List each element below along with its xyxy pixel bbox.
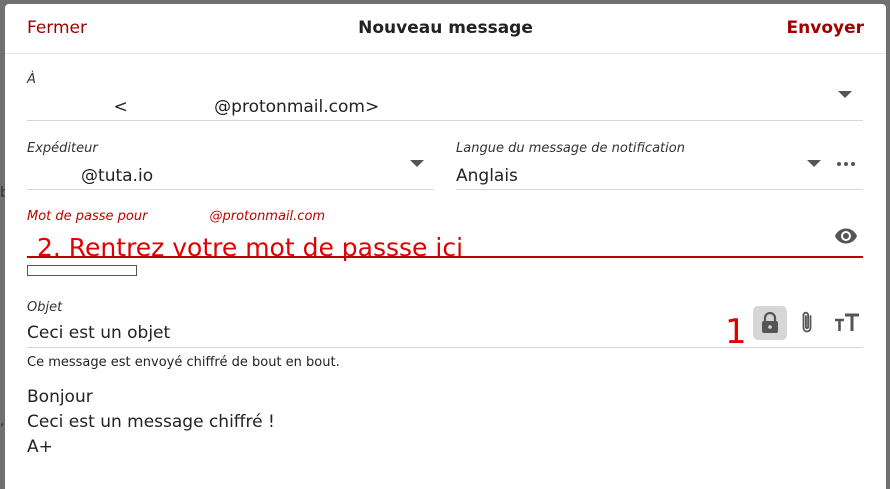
more-icon[interactable] bbox=[836, 161, 856, 167]
chevron-down-icon[interactable] bbox=[807, 160, 821, 167]
compose-dialog: Fermer Nouveau message Envoyer À < @prot… bbox=[5, 4, 886, 489]
lock-icon bbox=[762, 312, 778, 333]
body-line: A+ bbox=[27, 437, 53, 457]
notification-language-label: Langue du message de notification bbox=[456, 141, 685, 156]
body-line: Ceci est un message chiffré ! bbox=[27, 412, 275, 432]
chevron-down-icon[interactable] bbox=[410, 160, 424, 167]
password-strength-meter bbox=[27, 265, 137, 276]
password-field[interactable]: Mot de passe pour @protonmail.com 2. Rent… bbox=[27, 209, 863, 262]
notification-language-field[interactable]: Langue du message de notification Anglai… bbox=[456, 141, 863, 191]
send-button[interactable]: Envoyer bbox=[787, 18, 864, 38]
sender-value[interactable]: @tuta.io bbox=[27, 166, 153, 186]
paperclip-icon[interactable] bbox=[799, 310, 815, 336]
password-label-email: @protonmail.com bbox=[209, 209, 326, 224]
sender-label: Expéditeur bbox=[27, 141, 98, 156]
notification-language-value[interactable]: Anglais bbox=[456, 166, 518, 186]
dialog-header: Fermer Nouveau message Envoyer bbox=[5, 4, 886, 54]
recipient-field[interactable]: À < @protonmail.com> bbox=[27, 72, 863, 122]
recipient-label: À bbox=[27, 72, 36, 87]
confidential-toggle-button[interactable] bbox=[753, 306, 787, 340]
background-fragment: , bbox=[0, 413, 5, 429]
password-label: Mot de passe pour @protonmail.com bbox=[27, 209, 325, 224]
subject-value[interactable]: Ceci est un objet bbox=[27, 323, 170, 343]
message-body[interactable]: Bonjour Ceci est un message chiffré ! A+ bbox=[27, 385, 275, 460]
field-underline bbox=[456, 189, 863, 190]
sender-field[interactable]: Expéditeur @tuta.io bbox=[27, 141, 434, 191]
recipient-value[interactable]: < @protonmail.com> bbox=[27, 97, 379, 117]
chevron-down-icon[interactable] bbox=[838, 91, 852, 98]
encryption-hint: Ce message est envoyé chiffré de bout en… bbox=[27, 355, 340, 370]
body-line: Bonjour bbox=[27, 387, 93, 407]
subject-label: Objet bbox=[27, 300, 63, 315]
eye-icon[interactable] bbox=[834, 224, 858, 248]
password-underline bbox=[27, 256, 863, 258]
field-underline bbox=[27, 120, 863, 121]
lock-annotation: 1 bbox=[725, 312, 747, 352]
text-size-icon[interactable] bbox=[834, 312, 860, 334]
dialog-title: Nouveau message bbox=[358, 18, 533, 38]
field-underline bbox=[27, 189, 434, 190]
password-label-prefix: Mot de passe pour bbox=[27, 209, 148, 224]
